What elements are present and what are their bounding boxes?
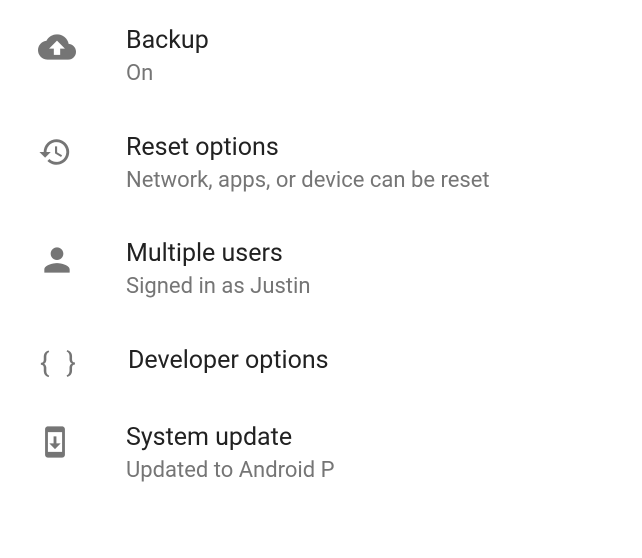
settings-item-reset[interactable]: Reset options Network, apps, or device c…	[0, 111, 642, 218]
settings-text: System update Updated to Android P	[126, 423, 335, 486]
settings-text: Multiple users Signed in as Justin	[126, 239, 311, 302]
settings-list: Backup On Reset options Network, apps, o…	[0, 0, 642, 507]
settings-subtitle: Signed in as Justin	[126, 273, 311, 302]
settings-text: Backup On	[126, 26, 209, 89]
settings-item-developer[interactable]: { } Developer options	[0, 324, 642, 401]
settings-title: Multiple users	[126, 239, 311, 269]
settings-title: System update	[126, 423, 335, 453]
restore-icon	[38, 133, 126, 169]
settings-item-backup[interactable]: Backup On	[0, 4, 642, 111]
settings-subtitle: Network, apps, or device can be reset	[126, 167, 490, 196]
settings-text: Reset options Network, apps, or device c…	[126, 133, 490, 196]
settings-item-users[interactable]: Multiple users Signed in as Justin	[0, 217, 642, 324]
settings-title: Developer options	[128, 346, 329, 376]
settings-title: Reset options	[126, 133, 490, 163]
settings-subtitle: On	[126, 60, 209, 89]
settings-subtitle: Updated to Android P	[126, 457, 335, 486]
settings-title: Backup	[126, 26, 209, 56]
settings-text: Developer options	[128, 346, 329, 376]
person-icon	[38, 239, 126, 279]
system-update-icon	[38, 423, 126, 459]
settings-item-update[interactable]: System update Updated to Android P	[0, 401, 642, 508]
braces-icon: { }	[40, 346, 128, 379]
cloud-upload-icon	[38, 26, 126, 66]
